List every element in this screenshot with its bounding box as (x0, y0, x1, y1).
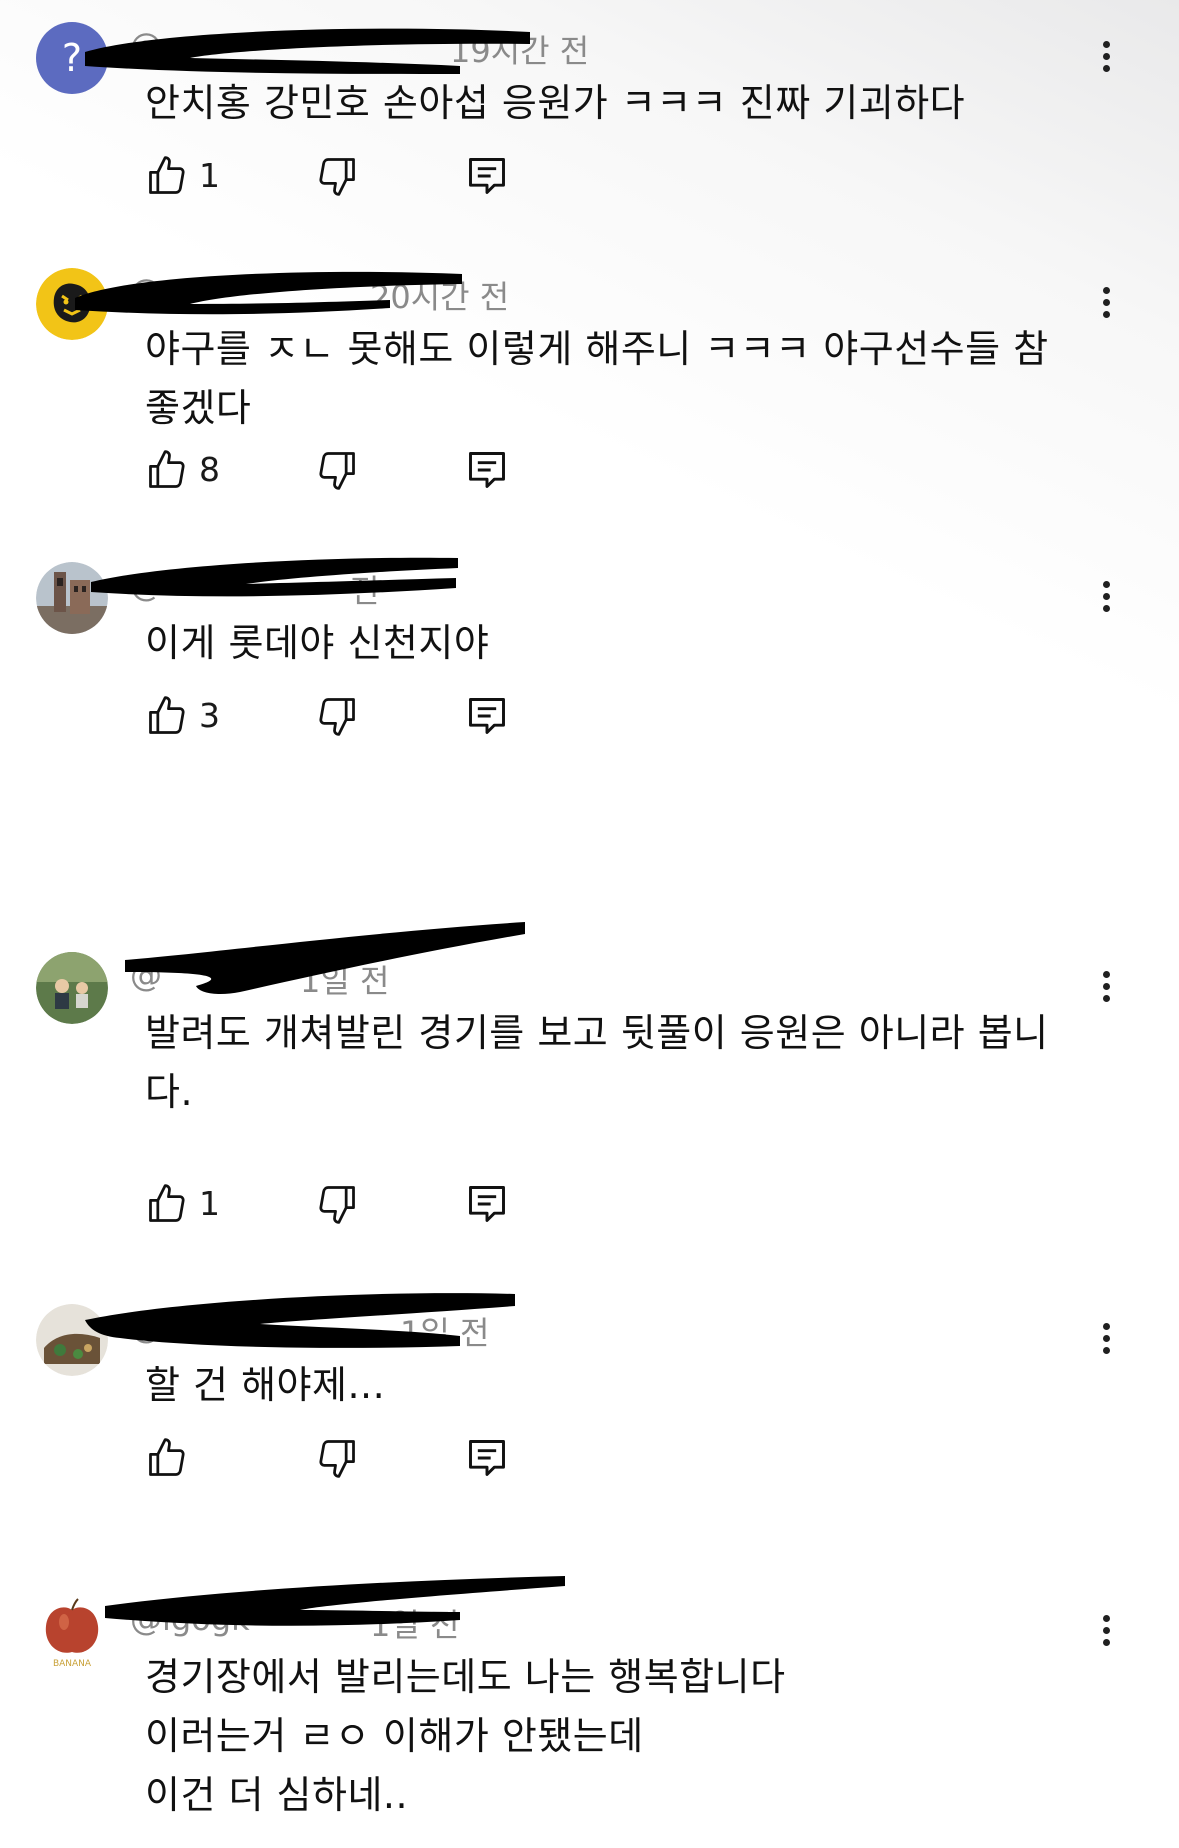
more-vertical-icon[interactable] (1092, 36, 1120, 84)
comment-line: 할 건 해야제... (145, 1363, 386, 1407)
comment-actions: 1 (145, 1180, 545, 1228)
reply-comment-icon (469, 452, 505, 488)
comment-meta: @ 전 (130, 566, 690, 610)
thumbs-up-icon (149, 1184, 185, 1222)
more-vertical-icon[interactable] (1092, 576, 1120, 624)
thumbs-up-icon (149, 696, 185, 734)
svg-text:BANANA: BANANA (53, 1659, 92, 1668)
reply-button[interactable] (465, 446, 509, 494)
avatar-glyph: ? (61, 36, 83, 80)
comment-actions (145, 1434, 545, 1482)
like-count: 1 (199, 156, 220, 195)
comment-author[interactable]: @ (130, 272, 162, 310)
like-button[interactable] (145, 1434, 199, 1482)
apple-avatar-icon[interactable]: BANANA (36, 1596, 108, 1668)
comment-line: 좋겠다 (145, 386, 252, 430)
reply-comment-icon (469, 1186, 505, 1222)
comment-meta: @igogk 1일 전 (130, 1600, 690, 1644)
comment-time: 1일 전 (370, 1606, 460, 1644)
thumbs-down-icon (319, 158, 355, 196)
comment-author[interactable]: @ (130, 956, 162, 994)
thumbs-down-icon (319, 1186, 355, 1224)
reply-button[interactable] (465, 692, 509, 740)
comment-line: 야구를 ㅈㄴ 못해도 이렇게 해주니 ㅋㅋㅋ 야구선수들 참 (145, 327, 1049, 371)
reply-comment-icon (469, 158, 505, 194)
more-vertical-icon[interactable] (1092, 1318, 1120, 1366)
people-avatar-icon[interactable] (36, 952, 108, 1024)
comment-line: 이게 롯데야 신천지야 (145, 621, 490, 665)
dislike-button[interactable] (315, 692, 359, 740)
comment-time: 20시간 전 (370, 278, 510, 316)
comments-page: ? @ 19시간 전 안치홍 강민호 손아섭 응원가 ㅋㅋㅋ 진짜 기괴하다 1 (0, 0, 1179, 1848)
comment-text: 안치홍 강민호 손아섭 응원가 ㅋㅋㅋ 진짜 기괴하다 (145, 74, 1085, 133)
like-count: 3 (199, 696, 220, 735)
reply-button[interactable] (465, 1434, 509, 1482)
tiger-avatar-icon[interactable] (36, 268, 108, 340)
food-avatar-icon[interactable] (36, 1304, 108, 1376)
comment-text: 발려도 개쳐발린 경기를 보고 뒷풀이 응원은 아니라 봅니 다. (145, 1004, 1085, 1122)
question-mark-avatar-icon[interactable]: ? (36, 22, 108, 94)
reply-comment-icon (469, 1440, 505, 1476)
reply-comment-icon (469, 698, 505, 734)
comment-line: 이러는거 ㄹㅇ 이해가 안됐는데 (145, 1714, 644, 1758)
comment-time: 1일 전 (400, 1314, 490, 1352)
comment-line: 이건 더 심하네.. (145, 1773, 409, 1817)
more-vertical-icon[interactable] (1092, 282, 1120, 330)
like-count: 8 (199, 450, 220, 489)
like-button[interactable]: 1 (145, 152, 220, 200)
comment-meta: @ 1일 전 (130, 956, 690, 1000)
comment-time: 1일 전 (300, 962, 390, 1000)
comment-author[interactable]: @ (130, 1308, 162, 1346)
comment-text: 경기장에서 발리는데도 나는 행복합니다 이러는거 ㄹㅇ 이해가 안됐는데 이건… (145, 1648, 1085, 1825)
comment-author[interactable]: @igogk (130, 1600, 250, 1638)
comment-time: 19시간 전 (450, 32, 590, 70)
thumbs-down-icon (319, 1440, 355, 1478)
comment-meta: @ 1일 전 (130, 1308, 690, 1352)
comment-author[interactable]: @ (130, 566, 162, 604)
comment-meta: @ 19시간 전 (130, 26, 690, 70)
comment-text: 이게 롯데야 신천지야 (145, 614, 1085, 673)
dislike-button[interactable] (315, 152, 359, 200)
dislike-button[interactable] (315, 1434, 359, 1482)
comment-actions: 1 (145, 152, 545, 200)
comment-text: 야구를 ㅈㄴ 못해도 이렇게 해주니 ㅋㅋㅋ 야구선수들 참 좋겠다 (145, 320, 1085, 438)
reply-button[interactable] (465, 152, 509, 200)
more-vertical-icon[interactable] (1092, 966, 1120, 1014)
building-avatar-icon[interactable] (36, 562, 108, 634)
comment-line: 경기장에서 발리는데도 나는 행복합니다 (145, 1655, 786, 1699)
dislike-button[interactable] (315, 446, 359, 494)
like-count: 1 (199, 1184, 220, 1223)
like-button[interactable]: 3 (145, 692, 220, 740)
thumbs-down-icon (319, 698, 355, 736)
like-button[interactable]: 1 (145, 1180, 220, 1228)
like-button[interactable]: 8 (145, 446, 220, 494)
thumbs-up-icon (149, 450, 185, 488)
more-vertical-icon[interactable] (1092, 1610, 1120, 1658)
comment-actions: 8 (145, 446, 545, 494)
thumbs-up-icon (149, 1438, 185, 1476)
comment-actions: 3 (145, 692, 545, 740)
dislike-button[interactable] (315, 1180, 359, 1228)
comment-line: 발려도 개쳐발린 경기를 보고 뒷풀이 응원은 아니라 봅니 (145, 1011, 1049, 1055)
comment-time: 전 (350, 572, 380, 610)
thumbs-up-icon (149, 156, 185, 194)
thumbs-down-icon (319, 452, 355, 490)
reply-button[interactable] (465, 1180, 509, 1228)
comment-author[interactable]: @ (130, 26, 162, 64)
comment-line: 안치홍 강민호 손아섭 응원가 ㅋㅋㅋ 진짜 기괴하다 (145, 81, 966, 125)
comment-text: 할 건 해야제... (145, 1356, 1085, 1415)
comment-meta: @ 20시간 전 (130, 272, 690, 316)
comment-line: 다. (145, 1070, 194, 1114)
